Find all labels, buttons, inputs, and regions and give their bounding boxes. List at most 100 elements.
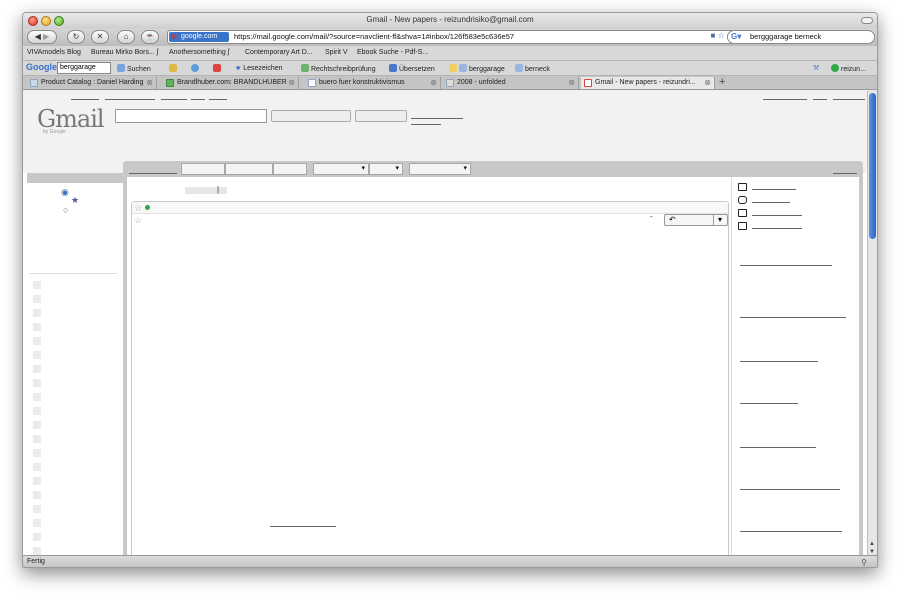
apps-button[interactable] — [169, 64, 179, 73]
home-button[interactable]: ⌂ — [117, 30, 135, 44]
tab-buero[interactable]: buero fuer konstruktivismus ⊗ — [305, 77, 441, 89]
highlight-term-berggarage[interactable]: berggarage — [449, 64, 505, 73]
selected-folder-bar[interactable] — [27, 173, 123, 183]
new-window-icon[interactable] — [738, 183, 747, 191]
back-forward-button[interactable]: ◀ ▶ — [27, 30, 57, 44]
top-nav-link[interactable] — [209, 99, 227, 100]
create-filter-link[interactable] — [411, 124, 441, 125]
spellcheck-button[interactable]: Rechtschreibprüfung — [301, 64, 376, 73]
related-link[interactable] — [740, 361, 818, 362]
label-item[interactable] — [33, 281, 41, 289]
forward-all-icon[interactable] — [738, 222, 747, 230]
settings-link[interactable] — [813, 99, 827, 100]
toolbar-settings-button[interactable]: ⚒ — [813, 64, 819, 72]
page-scrollbar[interactable]: ▲ ▼ — [867, 91, 877, 557]
mail-search-input[interactable] — [115, 109, 267, 123]
tab-product-catalog[interactable]: Product Catalog : Daniel Harding ⊗ — [27, 77, 157, 89]
chat-bubble-icon[interactable]: ◉ — [61, 187, 69, 198]
message-body-link[interactable] — [270, 526, 336, 527]
top-nav-link[interactable] — [71, 99, 99, 100]
pagination-link[interactable] — [833, 173, 857, 174]
label-item[interactable] — [33, 337, 41, 345]
close-tab-icon[interactable]: ⊗ — [288, 77, 295, 89]
delete-button[interactable] — [273, 163, 307, 175]
close-tab-icon[interactable]: ⊗ — [146, 77, 153, 89]
label-item[interactable] — [33, 547, 41, 555]
related-link[interactable] — [740, 447, 816, 448]
labels-select[interactable]: ▾ — [369, 163, 403, 175]
bookmark-star-icon[interactable]: ☆ — [718, 31, 725, 40]
related-link[interactable] — [740, 403, 798, 404]
star-toggle-icon[interactable]: ☆ — [134, 203, 142, 213]
label-item[interactable] — [33, 393, 41, 401]
toolbar-search-button[interactable]: Suchen — [117, 64, 151, 73]
close-tab-icon[interactable]: ⊗ — [568, 77, 575, 89]
google-toolbar-input[interactable]: berggarage — [57, 62, 111, 74]
message-header-row[interactable]: ☆ — [132, 202, 728, 214]
tab-brandlhuber[interactable]: Brandlhuber.com: BRANDLHUBER ⊗ — [163, 77, 299, 89]
tab-gmail[interactable]: Gmail - New papers - reizundri... ⊗ — [581, 77, 715, 89]
translate-button[interactable]: Übersetzen — [389, 64, 435, 73]
speech-icon[interactable]: ○ — [63, 205, 68, 215]
lock-icon[interactable]: ⚲ — [861, 557, 867, 567]
highlight-term-berneck[interactable]: berneck — [515, 64, 550, 73]
related-link[interactable] — [740, 265, 832, 266]
print-all-link[interactable] — [752, 202, 790, 203]
back-to-inbox-link[interactable] — [129, 173, 177, 174]
label-item[interactable] — [33, 295, 41, 303]
sign-out-link[interactable] — [833, 99, 865, 100]
browser-search-box[interactable]: G▾ bergggarage berneck — [727, 30, 875, 44]
close-tab-icon[interactable]: ⊗ — [430, 77, 437, 89]
label-item[interactable] — [33, 365, 41, 373]
label-item[interactable] — [33, 463, 41, 471]
label-item[interactable] — [33, 407, 41, 415]
reply-button[interactable]: ↶ ▾ — [664, 214, 728, 226]
account-button[interactable]: reizun... — [831, 64, 866, 73]
addon-button[interactable]: ☕ — [141, 30, 159, 44]
label-item[interactable] — [33, 477, 41, 485]
bookmark-item[interactable]: Ebook Suche - Pdf-S... — [357, 49, 428, 56]
scrollbar-thumb[interactable] — [869, 93, 876, 239]
url-text[interactable]: https://mail.google.com/mail/?source=nav… — [234, 32, 514, 41]
close-tab-icon[interactable]: ⊗ — [704, 77, 711, 89]
bookmark-item[interactable]: Bureau Mirko Bors... ʃ — [91, 49, 158, 56]
label-item[interactable] — [33, 533, 41, 541]
print-icon[interactable] — [738, 196, 747, 204]
search-engine-icon[interactable]: G▾ — [731, 32, 741, 41]
account-link[interactable] — [763, 99, 807, 100]
reply-options-dropdown[interactable]: ▾ — [713, 215, 722, 225]
related-link[interactable] — [740, 317, 846, 318]
top-nav-link[interactable] — [191, 99, 205, 100]
search-options-link[interactable] — [411, 118, 463, 119]
more-actions-select[interactable]: ▾ — [409, 163, 471, 175]
label-item[interactable] — [33, 379, 41, 387]
label-item[interactable] — [33, 449, 41, 457]
related-link[interactable] — [740, 531, 842, 532]
move-to-select[interactable]: ▾ — [313, 163, 369, 175]
bookmark-item[interactable]: Contemporary Art D... — [245, 49, 313, 56]
new-tab-button[interactable]: + — [719, 76, 725, 89]
bookmark-item[interactable]: Anothersomething ʃ — [169, 49, 229, 56]
label-item[interactable] — [33, 351, 41, 359]
new-window-link[interactable] — [752, 189, 796, 190]
stop-button[interactable]: ✕ — [91, 30, 109, 44]
google-toolbar-logo[interactable]: Google — [26, 62, 57, 72]
label-item[interactable] — [33, 323, 41, 331]
expand-all-icon[interactable] — [738, 209, 747, 217]
gmail-button[interactable] — [213, 64, 223, 73]
top-nav-link[interactable] — [161, 99, 187, 100]
label-item[interactable] — [33, 309, 41, 317]
bookmark-item[interactable]: Spirit V — [325, 49, 348, 56]
toolbar-toggle-button[interactable] — [861, 17, 873, 24]
rss-feed-icon[interactable]: ■ — [711, 31, 716, 40]
expand-all-link[interactable] — [752, 215, 802, 216]
reload-button[interactable]: ↻ — [67, 30, 85, 44]
scroll-up-arrow-icon[interactable]: ▲ — [869, 541, 875, 547]
related-link[interactable] — [740, 489, 840, 490]
label-item[interactable] — [33, 491, 41, 499]
bookmark-item[interactable]: VIVAmodels Blog — [27, 49, 81, 56]
bookmarks-button[interactable]: ★ Lesezeichen — [235, 64, 283, 72]
label-item[interactable] — [33, 519, 41, 527]
forward-all-link[interactable] — [752, 228, 802, 229]
starred-icon[interactable]: ★ — [71, 195, 79, 206]
